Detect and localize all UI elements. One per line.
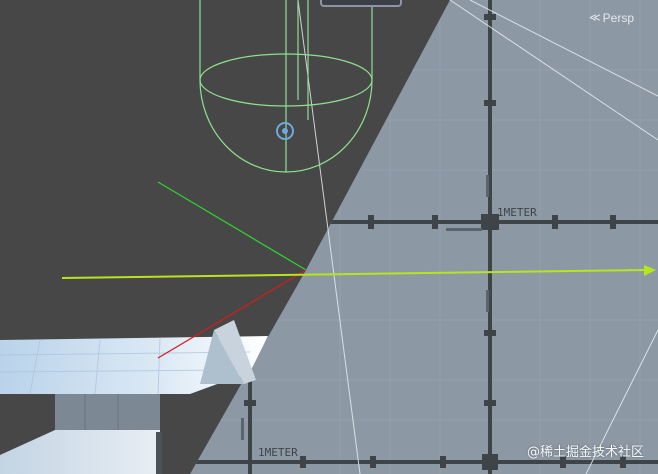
top-object-outline [320,0,402,7]
lower-block-face [55,394,160,430]
projection-label: Persp [602,11,634,25]
scene-canvas[interactable]: 1METER 1METER [0,0,658,474]
grid-label-1meter: 1METER [497,206,537,219]
scene-view[interactable]: 1METER 1METER ≪ Persp @稀土掘金技术社区 [0,0,658,474]
watermark: @稀土掘金技术社区 [526,445,644,460]
chevron-left-icon: ≪ [589,11,601,24]
projection-toggle[interactable]: ≪ Persp [589,11,634,25]
grid-label-1meter-lower: 1METER [258,446,298,459]
